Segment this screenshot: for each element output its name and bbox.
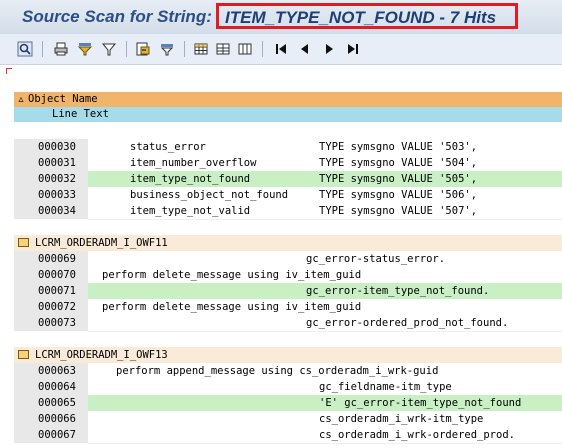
folder-icon xyxy=(18,237,29,247)
result-group: LCRM_ORDERADM_I_OWF13 000063 perform appe… xyxy=(14,347,562,444)
code-text-rest: gc_fieldname-itm_type xyxy=(319,381,452,393)
print-icon[interactable] xyxy=(52,40,70,58)
code-text-rest: 'E' gc_error-item_type_not_found xyxy=(319,397,522,409)
table-row[interactable]: 000034 item_type_not_valid TYPE symsgno VA… xyxy=(14,203,562,220)
line-number: 000071 xyxy=(14,283,88,299)
line-number: 000070 xyxy=(14,267,88,283)
toolbar-separator xyxy=(184,41,185,57)
table-row[interactable]: 000030 status_error TYPE symsgno VALUE '50… xyxy=(14,139,562,156)
line-number: 000032 xyxy=(14,171,88,187)
results-list: ▵ Object Name Line Text 000030 status_erro… xyxy=(14,92,562,448)
table-row[interactable]: 000067 cs_orderadm_i_wrk-ordered_prod. xyxy=(14,427,562,444)
filter-icon[interactable] xyxy=(76,40,94,58)
code-text-rest: TYPE symsgno VALUE '503', xyxy=(319,141,478,153)
result-group: 000030 status_error TYPE symsgno VALUE '50… xyxy=(14,139,562,220)
line-number: 000073 xyxy=(14,315,88,331)
next-page-icon[interactable] xyxy=(320,40,338,58)
line-number: 000069 xyxy=(14,251,88,267)
window-title: Source Scan for String: xyxy=(22,7,217,26)
code-text-rest: cs_orderadm_i_wrk-itm_type xyxy=(319,413,484,425)
toolbar-separator xyxy=(42,41,43,57)
line-number: 000034 xyxy=(14,203,88,219)
code-text: item_type_not_valid xyxy=(130,205,251,217)
code-text: status_error xyxy=(130,141,206,153)
table-row[interactable]: 000066 cs_orderadm_i_wrk-itm_type xyxy=(14,411,562,428)
search-string-title: ITEM_TYPE_NOT_FOUND - 7 Hits xyxy=(225,8,497,27)
line-number: 000064 xyxy=(14,379,88,395)
table-row[interactable]: 000073 gc_error-ordered_prod_not_found. xyxy=(14,315,562,332)
code-text-rest: gc_error-status_error. xyxy=(306,253,446,265)
code-text: perform delete_message using iv_item_gui… xyxy=(102,301,362,313)
first-page-icon[interactable] xyxy=(272,40,290,58)
subtotal-icon[interactable] xyxy=(214,40,232,58)
program-header[interactable]: LCRM_ORDERADM_I_OWF13 xyxy=(14,347,562,363)
title-bar: Source Scan for String: ITEM_TYPE_NOT_FO… xyxy=(0,0,562,34)
header-line-text-label: Line Text xyxy=(52,108,109,120)
line-number: 000031 xyxy=(14,155,88,171)
table-row[interactable]: 000031 item_number_overflow TYPE symsgno V… xyxy=(14,155,562,172)
column-header-object-name[interactable]: ▵ Object Name xyxy=(14,92,562,107)
corner-marker xyxy=(6,68,12,74)
program-header[interactable]: LCRM_ORDERADM_I_OWF11 xyxy=(14,235,562,251)
line-number: 000033 xyxy=(14,187,88,203)
toolbar-separator xyxy=(126,41,127,57)
result-group: LCRM_ORDERADM_I_OWF11 000069 gc_error-sta… xyxy=(14,235,562,332)
header-object-name-label: Object Name xyxy=(28,93,98,105)
line-number: 000067 xyxy=(14,427,88,443)
find-icon[interactable] xyxy=(16,40,34,58)
table-row[interactable]: 000069 gc_error-status_error. xyxy=(14,251,562,268)
toolbar-separator xyxy=(262,41,263,57)
export-icon[interactable] xyxy=(134,40,152,58)
code-text-rest: TYPE symsgno VALUE '506', xyxy=(319,189,478,201)
line-number: 000072 xyxy=(14,299,88,315)
title-highlight-box: ITEM_TYPE_NOT_FOUND - 7 Hits xyxy=(216,3,518,29)
code-text: item_number_overflow xyxy=(130,157,257,169)
folder-icon xyxy=(18,349,29,359)
table-row[interactable]: 000072 perform delete_message using iv_it… xyxy=(14,299,562,316)
line-number: 000063 xyxy=(14,363,88,379)
code-text-rest: gc_error-ordered_prod_not_found. xyxy=(306,317,509,329)
code-text-rest: TYPE symsgno VALUE '505', xyxy=(319,173,478,185)
program-name: LCRM_ORDERADM_I_OWF11 xyxy=(35,237,168,249)
table-row[interactable]: 000064 gc_fieldname-itm_type xyxy=(14,379,562,396)
program-name: LCRM_ORDERADM_I_OWF13 xyxy=(35,349,168,361)
columns-icon[interactable] xyxy=(236,40,254,58)
code-text: perform append_message using cs_orderadm… xyxy=(116,365,439,377)
toolbar xyxy=(0,34,562,65)
code-text-rest: gc_error-item_type_not_found. xyxy=(306,285,490,297)
last-page-icon[interactable] xyxy=(344,40,362,58)
previous-page-icon[interactable] xyxy=(296,40,314,58)
line-number: 000065 xyxy=(14,395,88,411)
table-row-hit[interactable]: 000032 item_type_not_found TYPE symsgno VA… xyxy=(14,171,562,188)
code-text: perform delete_message using iv_item_gui… xyxy=(102,269,362,281)
column-header-line-text[interactable]: Line Text xyxy=(14,107,562,122)
table-row[interactable]: 000033 business_object_not_found TYPE syms… xyxy=(14,187,562,204)
code-text-rest: TYPE symsgno VALUE '504', xyxy=(319,157,478,169)
line-number: 000030 xyxy=(14,139,88,155)
grid-icon[interactable] xyxy=(192,40,210,58)
layout-icon[interactable] xyxy=(158,40,176,58)
sort-triangle-icon[interactable]: ▵ xyxy=(14,92,28,107)
line-number: 000066 xyxy=(14,411,88,427)
table-row[interactable]: 000070 perform delete_message using iv_it… xyxy=(14,267,562,284)
code-text-rest: TYPE symsgno VALUE '507', xyxy=(319,205,478,217)
table-row-hit[interactable]: 000071 gc_error-item_type_not_found. xyxy=(14,283,562,300)
table-row-hit[interactable]: 000065 'E' gc_error-item_type_not_found xyxy=(14,395,562,412)
code-text: item_type_not_found xyxy=(130,173,251,185)
code-text: business_object_not_found xyxy=(130,189,289,201)
table-row[interactable]: 000063 perform append_message using cs_or… xyxy=(14,363,562,380)
code-text-rest: cs_orderadm_i_wrk-ordered_prod. xyxy=(319,429,515,441)
filter-funnel-icon[interactable] xyxy=(100,40,118,58)
